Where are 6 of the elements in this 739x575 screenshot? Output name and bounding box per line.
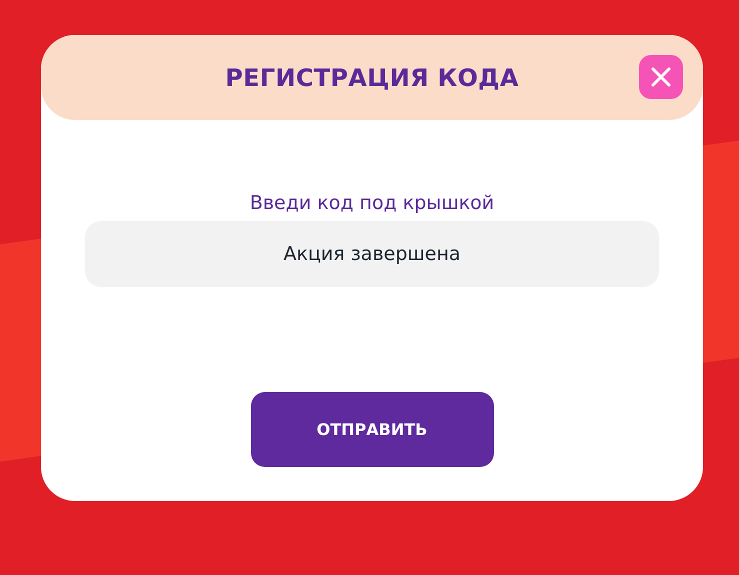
dialog-title: РЕГИСТРАЦИЯ КОДА (225, 64, 519, 92)
field-label: Введи код под крышкой (250, 192, 494, 214)
close-icon (651, 67, 671, 87)
code-input-field[interactable]: Акция завершена (85, 221, 659, 287)
submit-button[interactable]: ОТПРАВИТЬ (250, 392, 494, 467)
close-button[interactable] (639, 55, 683, 99)
